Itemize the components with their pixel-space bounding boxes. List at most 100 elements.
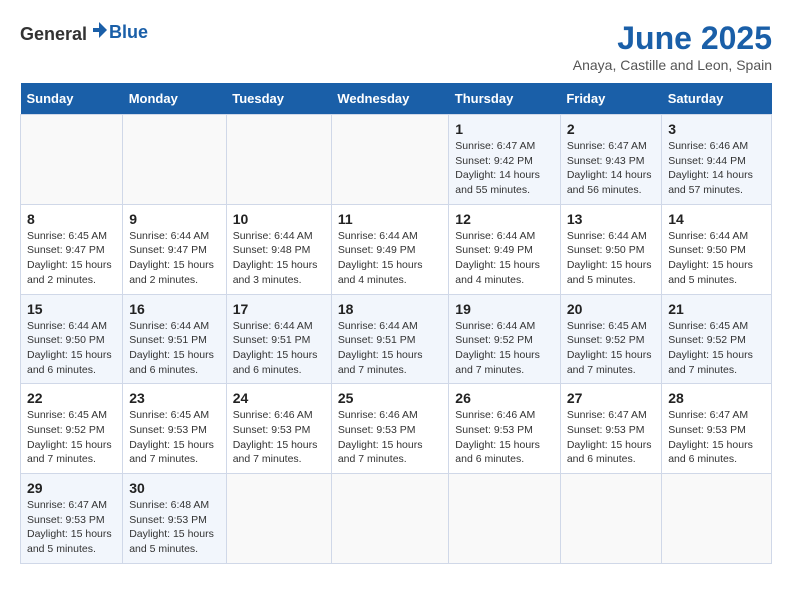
calendar-day-cell: 27 Sunrise: 6:47 AMSunset: 9:53 PMDayligh…: [560, 384, 661, 474]
calendar-day-cell: 3 Sunrise: 6:46 AMSunset: 9:44 PMDaylight…: [662, 115, 772, 205]
day-number: 10: [233, 211, 325, 227]
empty-cell: [21, 115, 123, 205]
empty-cell: [123, 115, 227, 205]
logo-blue: Blue: [109, 22, 148, 42]
calendar-day-cell: 29Sunrise: 6:47 AMSunset: 9:53 PMDayligh…: [21, 474, 123, 564]
empty-cell: [226, 115, 331, 205]
day-info: Sunrise: 6:45 AMSunset: 9:52 PMDaylight:…: [668, 319, 765, 378]
empty-cell: [331, 474, 448, 564]
day-info: Sunrise: 6:47 AMSunset: 9:53 PMDaylight:…: [27, 498, 116, 557]
calendar-week-row: 15 Sunrise: 6:44 AMSunset: 9:50 PMDayligh…: [21, 294, 772, 384]
day-info: Sunrise: 6:44 AMSunset: 9:51 PMDaylight:…: [338, 319, 442, 378]
day-info: Sunrise: 6:44 AMSunset: 9:52 PMDaylight:…: [455, 319, 554, 378]
calendar-day-cell: 28Sunrise: 6:47 AMSunset: 9:53 PMDayligh…: [662, 384, 772, 474]
calendar-day-cell: 2 Sunrise: 6:47 AMSunset: 9:43 PMDaylight…: [560, 115, 661, 205]
day-info: Sunrise: 6:46 AMSunset: 9:53 PMDaylight:…: [455, 408, 554, 467]
calendar-day-cell: 10 Sunrise: 6:44 AMSunset: 9:48 PMDayligh…: [226, 204, 331, 294]
day-info: Sunrise: 6:45 AMSunset: 9:52 PMDaylight:…: [27, 408, 116, 467]
calendar-day-cell: 23 Sunrise: 6:45 AMSunset: 9:53 PMDayligh…: [123, 384, 227, 474]
col-header-sunday: Sunday: [21, 83, 123, 115]
logo-general: General: [20, 24, 87, 44]
day-number: 23: [129, 390, 220, 406]
day-info: Sunrise: 6:47 AMSunset: 9:53 PMDaylight:…: [567, 408, 655, 467]
day-info: Sunrise: 6:44 AMSunset: 9:50 PMDaylight:…: [668, 229, 765, 288]
empty-cell: [560, 474, 661, 564]
day-info: Sunrise: 6:45 AMSunset: 9:52 PMDaylight:…: [567, 319, 655, 378]
day-info: Sunrise: 6:48 AMSunset: 9:53 PMDaylight:…: [129, 498, 220, 557]
calendar-day-cell: 30 Sunrise: 6:48 AMSunset: 9:53 PMDayligh…: [123, 474, 227, 564]
calendar-day-cell: 17 Sunrise: 6:44 AMSunset: 9:51 PMDayligh…: [226, 294, 331, 384]
calendar-day-cell: 1 Sunrise: 6:47 AMSunset: 9:42 PMDaylight…: [449, 115, 561, 205]
empty-cell: [226, 474, 331, 564]
calendar-week-row: 29Sunrise: 6:47 AMSunset: 9:53 PMDayligh…: [21, 474, 772, 564]
day-number: 28: [668, 390, 765, 406]
day-number: 12: [455, 211, 554, 227]
day-number: 16: [129, 301, 220, 317]
day-info: Sunrise: 6:45 AMSunset: 9:47 PMDaylight:…: [27, 229, 116, 288]
day-info: Sunrise: 6:44 AMSunset: 9:50 PMDaylight:…: [27, 319, 116, 378]
col-header-friday: Friday: [560, 83, 661, 115]
day-number: 18: [338, 301, 442, 317]
empty-cell: [662, 474, 772, 564]
day-number: 13: [567, 211, 655, 227]
empty-cell: [449, 474, 561, 564]
calendar-day-cell: 16Sunrise: 6:44 AMSunset: 9:51 PMDayligh…: [123, 294, 227, 384]
col-header-saturday: Saturday: [662, 83, 772, 115]
day-info: Sunrise: 6:47 AMSunset: 9:42 PMDaylight:…: [455, 139, 554, 198]
col-header-monday: Monday: [123, 83, 227, 115]
calendar-table: SundayMondayTuesdayWednesdayThursdayFrid…: [20, 83, 772, 564]
calendar-day-cell: 18 Sunrise: 6:44 AMSunset: 9:51 PMDayligh…: [331, 294, 448, 384]
day-number: 3: [668, 121, 765, 137]
day-number: 22: [27, 390, 116, 406]
day-info: Sunrise: 6:46 AMSunset: 9:44 PMDaylight:…: [668, 139, 765, 198]
calendar-day-cell: 22 Sunrise: 6:45 AMSunset: 9:52 PMDayligh…: [21, 384, 123, 474]
day-number: 26: [455, 390, 554, 406]
day-info: Sunrise: 6:44 AMSunset: 9:51 PMDaylight:…: [233, 319, 325, 378]
calendar-day-cell: 20 Sunrise: 6:45 AMSunset: 9:52 PMDayligh…: [560, 294, 661, 384]
day-info: Sunrise: 6:44 AMSunset: 9:47 PMDaylight:…: [129, 229, 220, 288]
col-header-wednesday: Wednesday: [331, 83, 448, 115]
calendar-day-cell: 14 Sunrise: 6:44 AMSunset: 9:50 PMDayligh…: [662, 204, 772, 294]
day-number: 8: [27, 211, 116, 227]
day-number: 27: [567, 390, 655, 406]
day-info: Sunrise: 6:47 AMSunset: 9:43 PMDaylight:…: [567, 139, 655, 198]
empty-cell: [331, 115, 448, 205]
day-number: 19: [455, 301, 554, 317]
day-number: 17: [233, 301, 325, 317]
calendar-week-row: 8 Sunrise: 6:45 AMSunset: 9:47 PMDaylight…: [21, 204, 772, 294]
day-number: 20: [567, 301, 655, 317]
calendar-day-cell: 9 Sunrise: 6:44 AMSunset: 9:47 PMDaylight…: [123, 204, 227, 294]
day-info: Sunrise: 6:44 AMSunset: 9:48 PMDaylight:…: [233, 229, 325, 288]
day-info: Sunrise: 6:46 AMSunset: 9:53 PMDaylight:…: [233, 408, 325, 467]
header: General Blue June 2025 Anaya, Castille a…: [20, 20, 772, 73]
day-number: 11: [338, 211, 442, 227]
logo-icon: [89, 20, 109, 40]
day-number: 1: [455, 121, 554, 137]
day-info: Sunrise: 6:44 AMSunset: 9:49 PMDaylight:…: [455, 229, 554, 288]
calendar-week-row: 22 Sunrise: 6:45 AMSunset: 9:52 PMDayligh…: [21, 384, 772, 474]
calendar-header-row: SundayMondayTuesdayWednesdayThursdayFrid…: [21, 83, 772, 115]
day-number: 30: [129, 480, 220, 496]
calendar-day-cell: 25 Sunrise: 6:46 AMSunset: 9:53 PMDayligh…: [331, 384, 448, 474]
day-info: Sunrise: 6:44 AMSunset: 9:49 PMDaylight:…: [338, 229, 442, 288]
calendar-day-cell: 11 Sunrise: 6:44 AMSunset: 9:49 PMDayligh…: [331, 204, 448, 294]
day-info: Sunrise: 6:46 AMSunset: 9:53 PMDaylight:…: [338, 408, 442, 467]
col-header-tuesday: Tuesday: [226, 83, 331, 115]
day-number: 25: [338, 390, 442, 406]
day-number: 24: [233, 390, 325, 406]
col-header-thursday: Thursday: [449, 83, 561, 115]
calendar-day-cell: 13Sunrise: 6:44 AMSunset: 9:50 PMDayligh…: [560, 204, 661, 294]
calendar-day-cell: 21 Sunrise: 6:45 AMSunset: 9:52 PMDayligh…: [662, 294, 772, 384]
day-number: 14: [668, 211, 765, 227]
day-info: Sunrise: 6:45 AMSunset: 9:53 PMDaylight:…: [129, 408, 220, 467]
calendar-week-row: 1 Sunrise: 6:47 AMSunset: 9:42 PMDaylight…: [21, 115, 772, 205]
title-area: June 2025 Anaya, Castille and Leon, Spai…: [573, 20, 772, 73]
main-title: June 2025: [573, 20, 772, 57]
day-number: 9: [129, 211, 220, 227]
day-number: 21: [668, 301, 765, 317]
calendar-day-cell: 12 Sunrise: 6:44 AMSunset: 9:49 PMDayligh…: [449, 204, 561, 294]
calendar-day-cell: 19 Sunrise: 6:44 AMSunset: 9:52 PMDayligh…: [449, 294, 561, 384]
day-number: 15: [27, 301, 116, 317]
day-number: 2: [567, 121, 655, 137]
calendar-day-cell: 24 Sunrise: 6:46 AMSunset: 9:53 PMDayligh…: [226, 384, 331, 474]
